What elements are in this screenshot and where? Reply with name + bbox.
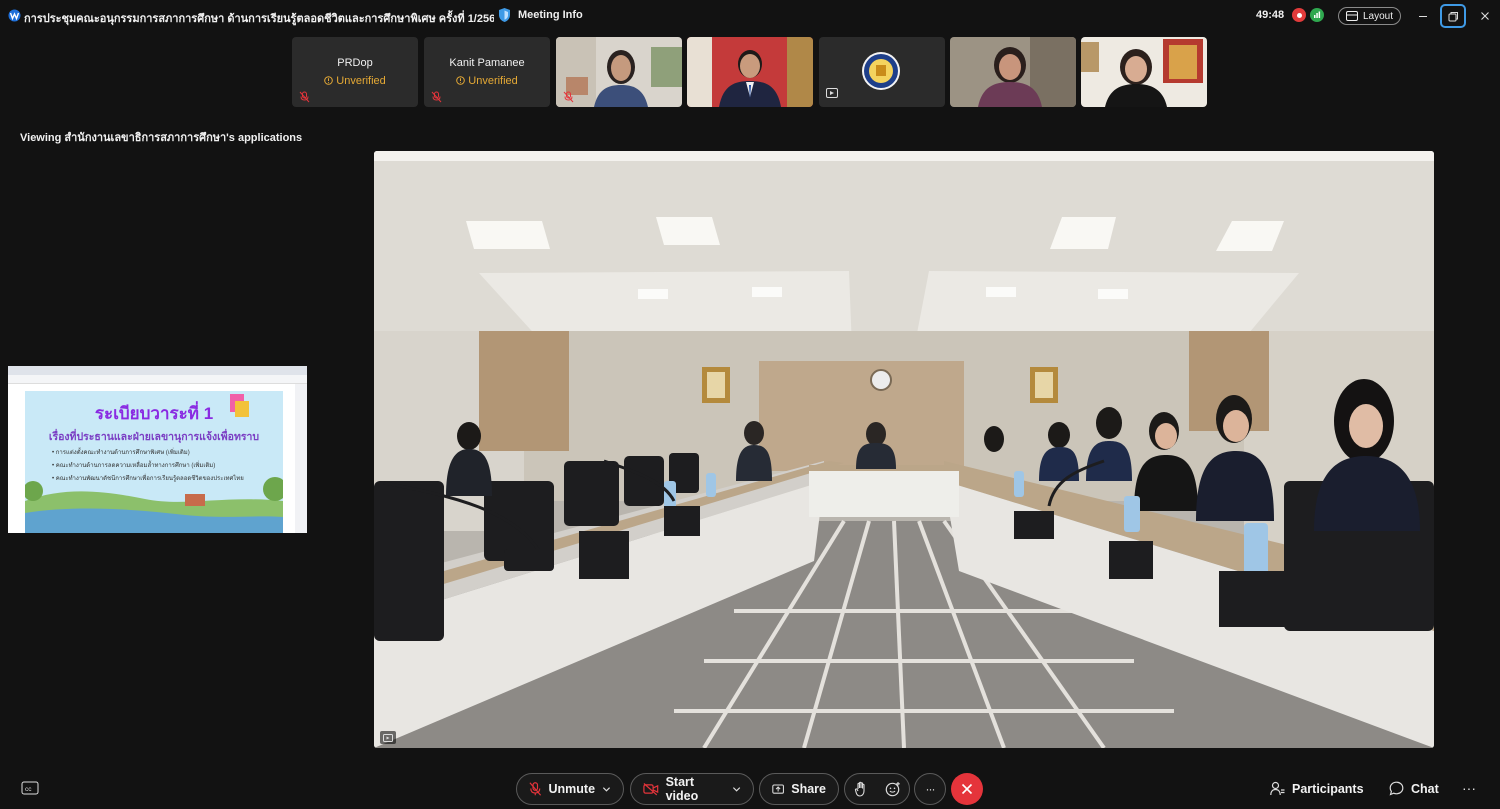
restore-button[interactable]	[1440, 4, 1466, 28]
participant-name: PRDop	[337, 57, 373, 69]
minimize-button[interactable]	[1410, 4, 1436, 28]
participant-tile-prdop[interactable]: PRDop Unverified	[292, 37, 418, 107]
participant-video	[1081, 37, 1207, 107]
svg-text:cc: cc	[25, 786, 32, 793]
warning-icon	[324, 76, 334, 85]
share-icon	[772, 783, 784, 794]
leave-meeting-button[interactable]	[951, 773, 983, 805]
webex-logo-icon	[8, 9, 21, 22]
reactions-icon[interactable]	[885, 781, 901, 797]
more-icon: ···	[925, 782, 936, 796]
hand-reactions-group[interactable]	[844, 773, 910, 805]
closed-captions-button[interactable]: cc	[21, 781, 39, 795]
video-icon	[383, 733, 393, 742]
video-off-icon	[643, 783, 659, 796]
participant-tile-video-4[interactable]	[1081, 37, 1207, 107]
slide-bullet: คณะทำงานพัฒนาดัชนีการศึกษาเพื่อการเรียนร…	[52, 473, 244, 486]
participant-tile-video-1[interactable]	[556, 37, 682, 107]
participant-video	[950, 37, 1076, 107]
meeting-timer: 49:48	[1256, 9, 1285, 21]
warning-icon	[456, 76, 466, 85]
conference-room-video	[374, 151, 1434, 748]
participant-tile-video-2[interactable]	[687, 37, 813, 107]
layout-icon	[1346, 11, 1358, 21]
participant-tile-logo[interactable]	[819, 37, 945, 107]
chevron-down-icon[interactable]	[732, 785, 741, 793]
close-icon	[1481, 12, 1489, 20]
participant-video	[556, 37, 682, 107]
chat-panel-button[interactable]: Chat	[1389, 781, 1439, 796]
participant-status: Unverified	[424, 75, 550, 87]
participants-icon	[1270, 781, 1285, 796]
meeting-info-button[interactable]: Meeting Info	[497, 7, 583, 23]
meeting-title: การประชุมคณะอนุกรรมการสภาการศึกษา ด้านกา…	[24, 13, 494, 25]
captions-icon: cc	[21, 781, 39, 795]
unmute-button[interactable]: Unmute	[516, 773, 624, 805]
chevron-down-icon[interactable]	[602, 785, 611, 793]
browser-address-bar	[8, 375, 307, 384]
slide-bullets: การแต่งตั้งคณะทำงานด้านการศึกษาพิเศษ (เพ…	[52, 447, 244, 486]
participants-panel-button[interactable]: Participants	[1270, 781, 1364, 796]
browser-tab-strip	[8, 366, 307, 375]
shared-slide: ระเบียบวาระที่ 1 เรื่องที่ประธานและฝ่ายเ…	[25, 391, 283, 533]
mic-off-icon	[529, 782, 542, 796]
slide-title: ระเบียบวาระที่ 1	[94, 404, 214, 423]
mic-off-icon	[563, 91, 574, 103]
mic-off-icon	[431, 91, 442, 103]
start-video-label: Start video	[665, 775, 699, 803]
video-icon	[826, 88, 838, 98]
video-indicator	[826, 85, 838, 103]
browser-side-panel	[295, 384, 307, 533]
slide-subtitle: เรื่องที่ประธานและฝ่ายเลขานุการแจ้งเพื่อ…	[48, 431, 260, 443]
chat-icon	[1389, 781, 1404, 796]
video-expand-button[interactable]	[380, 731, 396, 744]
share-button[interactable]: Share	[759, 773, 839, 805]
share-label: Share	[791, 782, 826, 796]
participants-label: Participants	[1292, 781, 1364, 796]
viewing-label: Viewing สำนักงานเลขาธิการสภาการศึกษา's a…	[20, 132, 303, 144]
chat-label: Chat	[1411, 781, 1439, 796]
layout-button[interactable]: Layout	[1338, 7, 1402, 25]
participant-tile-video-3[interactable]	[950, 37, 1076, 107]
mic-off-icon	[299, 91, 310, 103]
shield-icon	[499, 8, 510, 22]
participant-name: Kanit Pamanee	[449, 57, 525, 69]
close-window-button[interactable]	[1472, 4, 1498, 28]
more-panels-button[interactable]: ···	[1462, 780, 1476, 796]
slide-bullet: คณะทำงานด้านการลดความเหลื่อมล้ำทางการศึก…	[52, 460, 244, 473]
minimize-icon	[1419, 16, 1427, 17]
title-bar: การประชุมคณะอนุกรรมการสภาการศึกษา ด้านกา…	[0, 0, 1500, 32]
more-options-button[interactable]: ···	[914, 773, 946, 805]
participant-status: Unverified	[292, 75, 418, 87]
participant-video	[687, 37, 813, 107]
main-video-stage[interactable]	[374, 151, 1434, 748]
restore-icon	[1448, 11, 1458, 21]
network-status-icon	[1310, 8, 1324, 22]
shared-content-thumbnail[interactable]: ระเบียบวาระที่ 1 เรื่องที่ประธานและฝ่ายเ…	[8, 366, 307, 533]
layout-label: Layout	[1363, 10, 1394, 22]
unmute-label: Unmute	[548, 782, 596, 796]
start-video-button[interactable]: Start video	[630, 773, 754, 805]
slide-bullet: การแต่งตั้งคณะทำงานด้านการศึกษาพิเศษ (เพ…	[52, 447, 244, 460]
participant-tile-kanit[interactable]: Kanit Pamanee Unverified	[424, 37, 550, 107]
leave-icon	[961, 783, 973, 795]
meeting-info-label: Meeting Info	[518, 9, 583, 21]
raise-hand-icon[interactable]	[854, 781, 868, 797]
recording-indicator-icon	[1292, 8, 1306, 22]
